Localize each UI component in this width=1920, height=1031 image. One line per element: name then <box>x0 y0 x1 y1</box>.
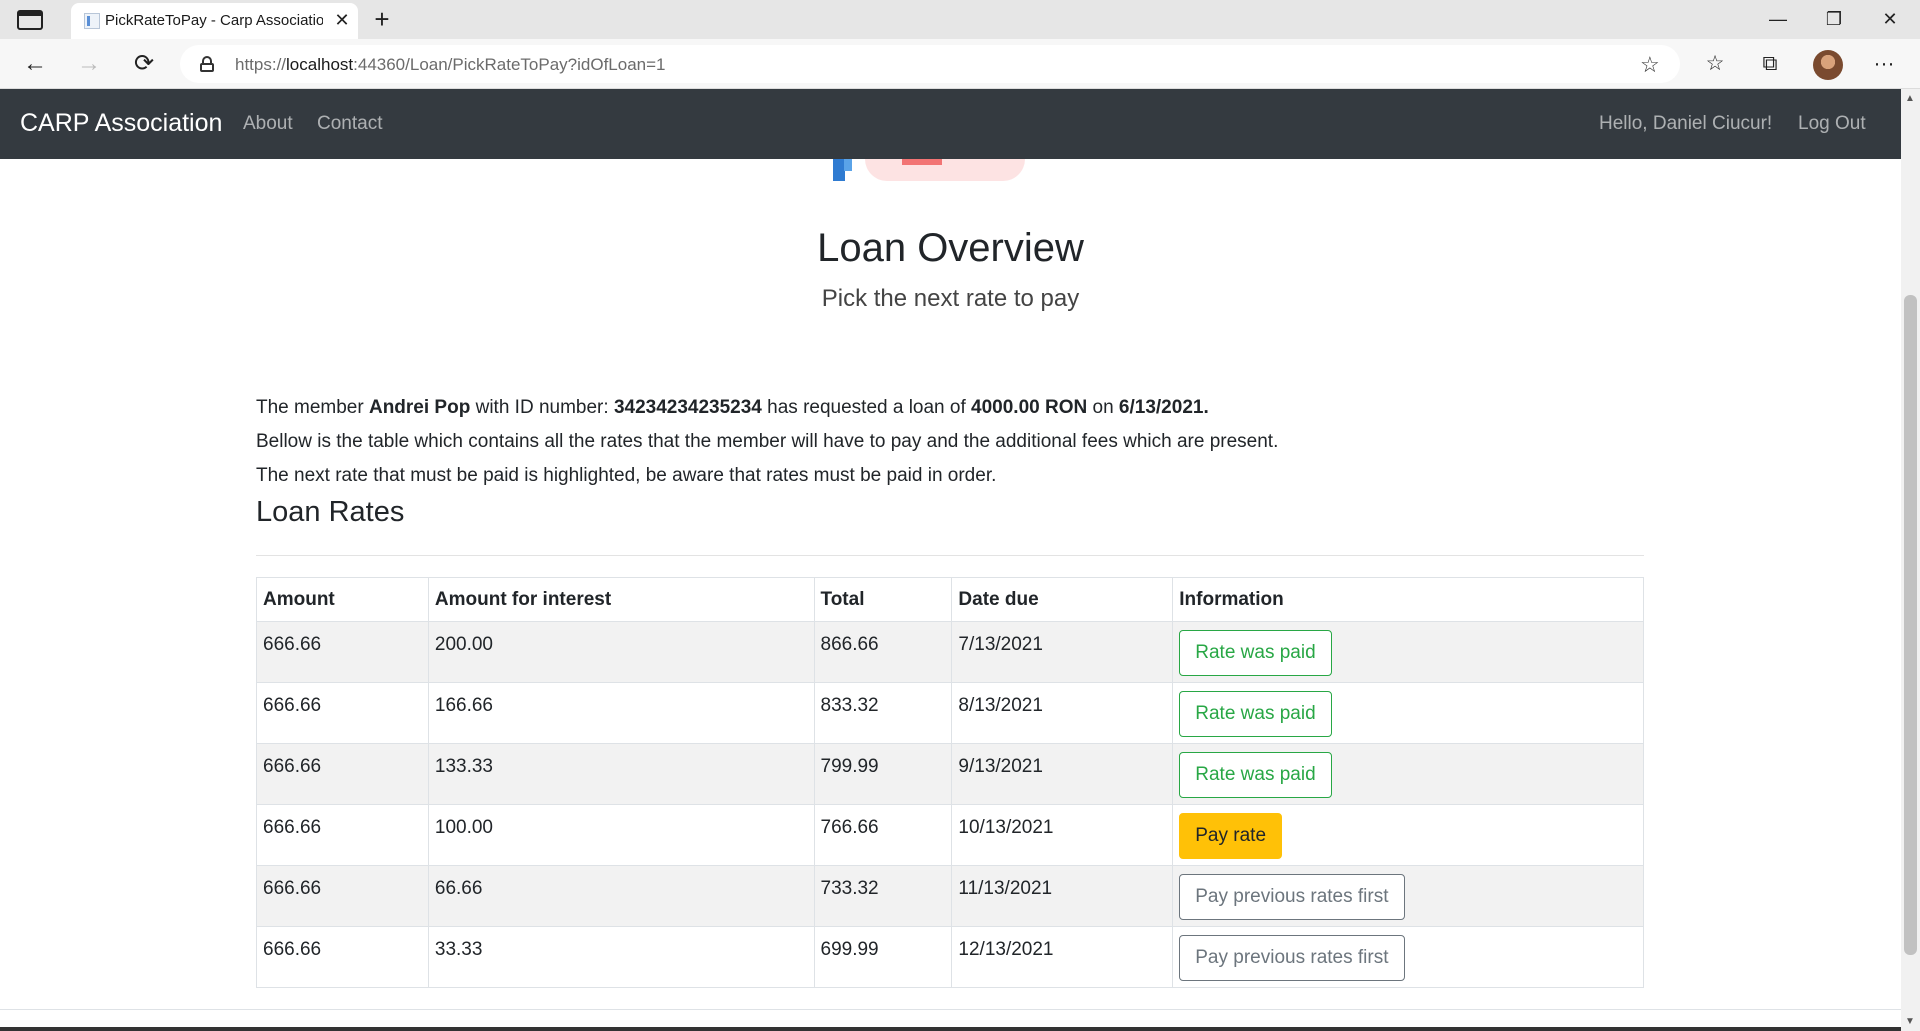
reload-icon[interactable]: ⟳ <box>126 47 162 81</box>
total-cell: 799.99 <box>813 743 953 805</box>
loan-info: The member Andrei Pop with ID number: 34… <box>256 391 1278 493</box>
loan-summary-line: The member Andrei Pop with ID number: 34… <box>256 397 1209 418</box>
table-row: 666.66 100.00 766.66 10/13/2021 Pay rate <box>256 804 1644 866</box>
nav-contact-link[interactable]: Contact <box>317 113 382 135</box>
member-name: Andrei Pop <box>368 397 471 418</box>
page-favicon-icon <box>84 13 100 29</box>
collections-icon[interactable]: ⧉ <box>1752 47 1788 81</box>
date-due-cell: 12/13/2021 <box>951 926 1174 988</box>
member-id: 34234234235234 <box>613 397 762 418</box>
total-cell: 699.99 <box>813 926 953 988</box>
browser-tab[interactable]: PickRateToPay - Carp Association ✕ <box>71 3 358 39</box>
url-text[interactable]: https://localhost:44360/Loan/PickRateToP… <box>235 55 666 75</box>
browser-tab-strip: PickRateToPay - Carp Association ✕ + — ❐… <box>0 0 1920 39</box>
site-navbar: CARP Association About Contact Hello, Da… <box>0 89 1901 159</box>
interest-cell: 100.00 <box>427 804 815 866</box>
close-tab-icon[interactable]: ✕ <box>331 9 353 31</box>
date-due-cell: 11/13/2021 <box>951 865 1174 927</box>
address-bar[interactable]: https://localhost:44360/Loan/PickRateToP… <box>180 45 1680 83</box>
rate-paid-button[interactable]: Rate was paid <box>1179 630 1332 676</box>
page-scrollbar[interactable]: ▲ ▼ <box>1901 89 1920 1031</box>
footer-edge <box>0 1027 1901 1031</box>
interest-cell: 166.66 <box>427 682 815 744</box>
date-due-cell: 8/13/2021 <box>951 682 1174 744</box>
table-row: 666.66 166.66 833.32 8/13/2021 Rate was … <box>256 682 1644 744</box>
scroll-up-icon[interactable]: ▲ <box>1905 93 1915 104</box>
user-greeting-link[interactable]: Hello, Daniel Ciucur! <box>1599 113 1772 135</box>
column-header: Amount for interest <box>427 577 815 622</box>
back-icon[interactable]: ← <box>17 47 53 81</box>
table-header-row: Amount Amount for interest Total Date du… <box>256 577 1644 622</box>
date-due-cell: 9/13/2021 <box>951 743 1174 805</box>
information-cell: Rate was paid <box>1172 743 1644 805</box>
amount-cell: 666.66 <box>256 865 429 927</box>
column-header: Date due <box>951 577 1174 622</box>
page-subtitle: Pick the next rate to pay <box>821 285 1080 312</box>
amount-cell: 666.66 <box>256 621 429 683</box>
favorites-icon[interactable]: ☆ <box>1697 47 1733 81</box>
scrollbar-thumb[interactable] <box>1904 295 1917 955</box>
total-cell: 833.32 <box>813 682 953 744</box>
lock-icon[interactable] <box>200 56 214 72</box>
total-cell: 866.66 <box>813 621 953 683</box>
logout-link[interactable]: Log Out <box>1798 113 1866 135</box>
nav-about-link[interactable]: About <box>243 113 293 135</box>
amount-cell: 666.66 <box>256 682 429 744</box>
column-header: Amount <box>256 577 429 622</box>
page-viewport: CARP Association About Contact Hello, Da… <box>0 89 1901 1031</box>
more-menu-icon[interactable]: ··· <box>1866 47 1902 81</box>
close-window-icon[interactable]: ✕ <box>1862 0 1918 39</box>
information-cell: Pay previous rates first <box>1172 926 1644 988</box>
add-favorite-icon[interactable]: ☆ <box>1640 52 1660 78</box>
tab-title: PickRateToPay - Carp Association <box>105 12 323 29</box>
information-cell: Pay previous rates first <box>1172 865 1644 927</box>
amount-cell: 666.66 <box>256 804 429 866</box>
table-row: 666.66 66.66 733.32 11/13/2021 Pay previ… <box>256 865 1644 927</box>
new-tab-icon[interactable]: + <box>368 5 396 33</box>
rate-paid-button[interactable]: Rate was paid <box>1179 691 1332 737</box>
rates-table: Amount Amount for interest Total Date du… <box>256 577 1644 988</box>
footer-divider <box>0 1009 1901 1010</box>
brand-link[interactable]: CARP Association <box>20 109 222 138</box>
information-cell: Pay rate <box>1172 804 1644 866</box>
hero-illustration <box>830 159 1030 181</box>
interest-cell: 66.66 <box>427 865 815 927</box>
loan-date: 6/13/2021 <box>1118 397 1204 418</box>
section-divider <box>256 555 1644 556</box>
information-cell: Rate was paid <box>1172 621 1644 683</box>
amount-cell: 666.66 <box>256 926 429 988</box>
rate-paid-button[interactable]: Rate was paid <box>1179 752 1332 798</box>
amount-cell: 666.66 <box>256 743 429 805</box>
table-row: 666.66 200.00 866.66 7/13/2021 Rate was … <box>256 621 1644 683</box>
page-title: Loan Overview <box>817 226 1084 270</box>
column-header: Information <box>1172 577 1644 622</box>
forward-icon[interactable]: → <box>71 47 107 81</box>
pay-rate-button[interactable]: Pay rate <box>1179 813 1283 859</box>
tab-actions-icon[interactable] <box>17 10 43 30</box>
scroll-down-icon[interactable]: ▼ <box>1905 1016 1915 1027</box>
total-cell: 766.66 <box>813 804 953 866</box>
interest-cell: 200.00 <box>427 621 815 683</box>
loan-info-line-3: The next rate that must be paid is highl… <box>256 465 997 486</box>
table-row: 666.66 33.33 699.99 12/13/2021 Pay previ… <box>256 926 1644 988</box>
date-due-cell: 7/13/2021 <box>951 621 1174 683</box>
information-cell: Rate was paid <box>1172 682 1644 744</box>
interest-cell: 133.33 <box>427 743 815 805</box>
loan-info-line-2: Bellow is the table which contains all t… <box>256 431 1279 452</box>
profile-avatar[interactable] <box>1813 50 1843 80</box>
pay-previous-rates-button[interactable]: Pay previous rates first <box>1179 935 1405 981</box>
loan-rates-heading: Loan Rates <box>256 496 405 528</box>
browser-toolbar: ← → ⟳ https://localhost:44360/Loan/PickR… <box>0 39 1920 89</box>
loan-amount: 4000.00 RON <box>971 397 1088 418</box>
minimize-icon[interactable]: — <box>1750 0 1806 39</box>
pay-previous-rates-button[interactable]: Pay previous rates first <box>1179 874 1405 920</box>
restore-icon[interactable]: ❐ <box>1806 0 1862 39</box>
column-header: Total <box>813 577 953 622</box>
date-due-cell: 10/13/2021 <box>951 804 1174 866</box>
table-row: 666.66 133.33 799.99 9/13/2021 Rate was … <box>256 743 1644 805</box>
total-cell: 733.32 <box>813 865 953 927</box>
interest-cell: 33.33 <box>427 926 815 988</box>
